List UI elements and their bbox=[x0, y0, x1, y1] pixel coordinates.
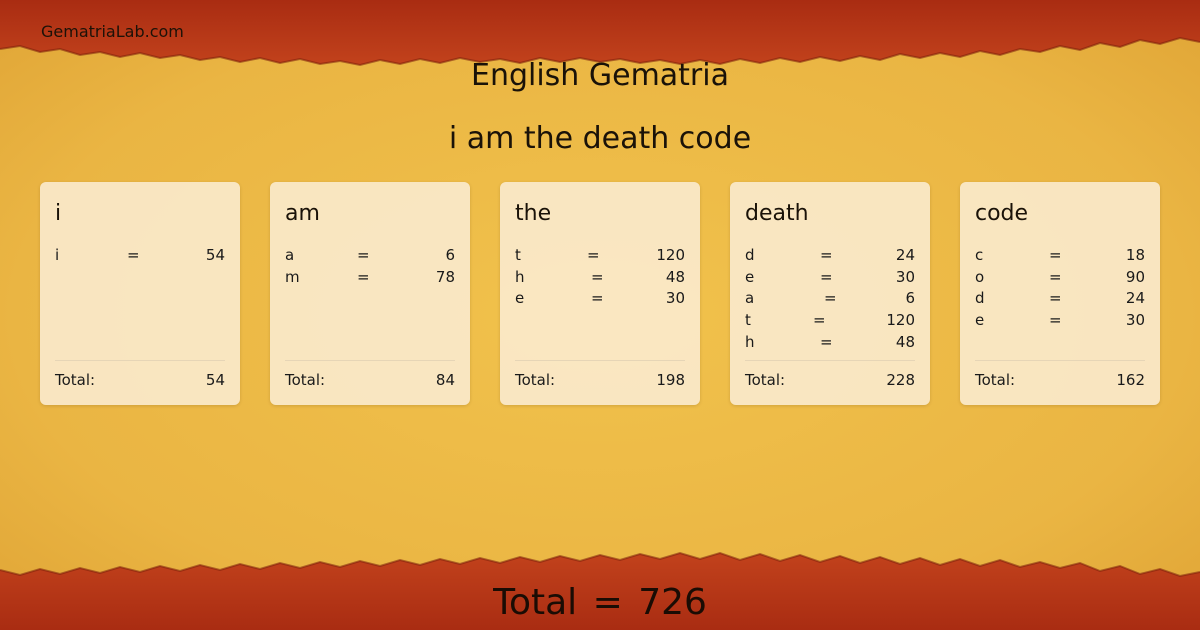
letter-row: t = 120 bbox=[515, 245, 685, 267]
equals-sign: = bbox=[127, 246, 140, 264]
card-divider bbox=[975, 360, 1145, 361]
card-word-title: i bbox=[55, 201, 62, 226]
letter: h bbox=[515, 267, 525, 286]
letter: e bbox=[975, 311, 985, 330]
letter: t bbox=[515, 246, 521, 264]
letter-value: 48 bbox=[665, 267, 685, 286]
letter-value: 24 bbox=[895, 246, 915, 264]
total-label: Total: bbox=[745, 371, 786, 389]
letter-row: h = 48 bbox=[515, 267, 685, 289]
letter-row: h = 48 bbox=[745, 332, 915, 354]
card-word-title: death bbox=[745, 201, 809, 226]
letter-value: 24 bbox=[1125, 289, 1145, 308]
card-word-title: code bbox=[975, 201, 1029, 226]
equals-sign: = bbox=[591, 267, 604, 286]
equals-sign: = bbox=[587, 246, 600, 264]
word-card-i: i i = 54 Total: 54 bbox=[40, 182, 240, 405]
letter: c bbox=[975, 246, 984, 264]
equals-sign: = bbox=[813, 311, 826, 330]
equals-sign: = bbox=[824, 289, 837, 308]
letter: a bbox=[745, 289, 755, 308]
word-card-death: death d = 24 e = 30 a = 6 t = 120 h = 48… bbox=[730, 182, 930, 405]
letter-value: 120 bbox=[886, 311, 915, 330]
letter-row: t = 120 bbox=[745, 310, 915, 332]
letter: m bbox=[285, 267, 300, 286]
card-word-title: the bbox=[515, 201, 552, 226]
equals-sign: = bbox=[1049, 267, 1062, 286]
letter-row: c = 18 bbox=[975, 245, 1145, 267]
card-divider bbox=[515, 360, 685, 361]
word-total: 198 bbox=[656, 371, 685, 389]
letter-value: 30 bbox=[895, 267, 915, 286]
letter: h bbox=[745, 332, 755, 351]
letter-value: 120 bbox=[656, 246, 685, 264]
grand-total: Total = 726 bbox=[493, 582, 707, 623]
letter-row: o = 90 bbox=[975, 267, 1145, 289]
letter: e bbox=[515, 289, 525, 308]
card-divider bbox=[55, 360, 225, 361]
letter-rows: d = 24 e = 30 a = 6 t = 120 h = 48 bbox=[745, 245, 915, 353]
letter-rows: a = 6 m = 78 bbox=[285, 245, 455, 288]
letter-value: 6 bbox=[905, 289, 915, 308]
site-name-link[interactable]: GematriaLab.com bbox=[41, 22, 184, 41]
letter-row: m = 78 bbox=[285, 267, 455, 289]
letter-row: e = 30 bbox=[745, 267, 915, 289]
letter-value: 90 bbox=[1125, 267, 1145, 286]
letter: a bbox=[285, 246, 295, 264]
letter: t bbox=[745, 311, 751, 330]
letter-value: 48 bbox=[895, 332, 915, 351]
equals-sign: = bbox=[820, 332, 833, 351]
letter-rows: t = 120 h = 48 e = 30 bbox=[515, 245, 685, 310]
equals-sign: = bbox=[820, 267, 833, 286]
letter-row: i = 54 bbox=[55, 245, 225, 267]
card-divider bbox=[285, 360, 455, 361]
word-card-am: am a = 6 m = 78 Total: 84 bbox=[270, 182, 470, 405]
word-card-code: code c = 18 o = 90 d = 24 e = 30 Total: … bbox=[960, 182, 1160, 405]
word-total: 84 bbox=[435, 371, 455, 389]
equals-sign: = bbox=[1049, 311, 1062, 330]
letter: d bbox=[975, 289, 985, 308]
total-label: Total: bbox=[285, 371, 326, 389]
letter-row: a = 6 bbox=[745, 288, 915, 310]
letter-row: e = 30 bbox=[515, 288, 685, 310]
card-divider bbox=[745, 360, 915, 361]
letter-value: 54 bbox=[205, 246, 225, 264]
word-total: 54 bbox=[205, 371, 225, 389]
letter-row: e = 30 bbox=[975, 310, 1145, 332]
letter: i bbox=[55, 246, 60, 264]
total-label: Total: bbox=[975, 371, 1016, 389]
letter-row: d = 24 bbox=[975, 288, 1145, 310]
card-word-title: am bbox=[285, 201, 320, 226]
word-card-the: the t = 120 h = 48 e = 30 Total: 198 bbox=[500, 182, 700, 405]
word-total: 228 bbox=[886, 371, 915, 389]
letter: o bbox=[975, 267, 985, 286]
letter-row: a = 6 bbox=[285, 245, 455, 267]
equals-sign: = bbox=[357, 267, 370, 286]
letter: e bbox=[745, 267, 755, 286]
letter-value: 30 bbox=[1125, 311, 1145, 330]
letter-rows: i = 54 bbox=[55, 245, 225, 267]
equals-sign: = bbox=[820, 246, 833, 264]
equals-sign: = bbox=[1049, 289, 1062, 308]
total-label: Total: bbox=[55, 371, 96, 389]
equals-sign: = bbox=[1049, 246, 1062, 264]
letter-value: 78 bbox=[435, 267, 455, 286]
total-label: Total: bbox=[515, 371, 556, 389]
letter-value: 18 bbox=[1125, 246, 1145, 264]
letter: d bbox=[745, 246, 755, 264]
word-total: 162 bbox=[1116, 371, 1145, 389]
page-title: English Gematria bbox=[471, 58, 729, 93]
letter-value: 30 bbox=[665, 289, 685, 308]
phrase-heading: i am the death code bbox=[448, 121, 752, 156]
equals-sign: = bbox=[357, 246, 370, 264]
letter-value: 6 bbox=[445, 246, 455, 264]
letter-rows: c = 18 o = 90 d = 24 e = 30 bbox=[975, 245, 1145, 332]
letter-row: d = 24 bbox=[745, 245, 915, 267]
equals-sign: = bbox=[591, 289, 604, 308]
